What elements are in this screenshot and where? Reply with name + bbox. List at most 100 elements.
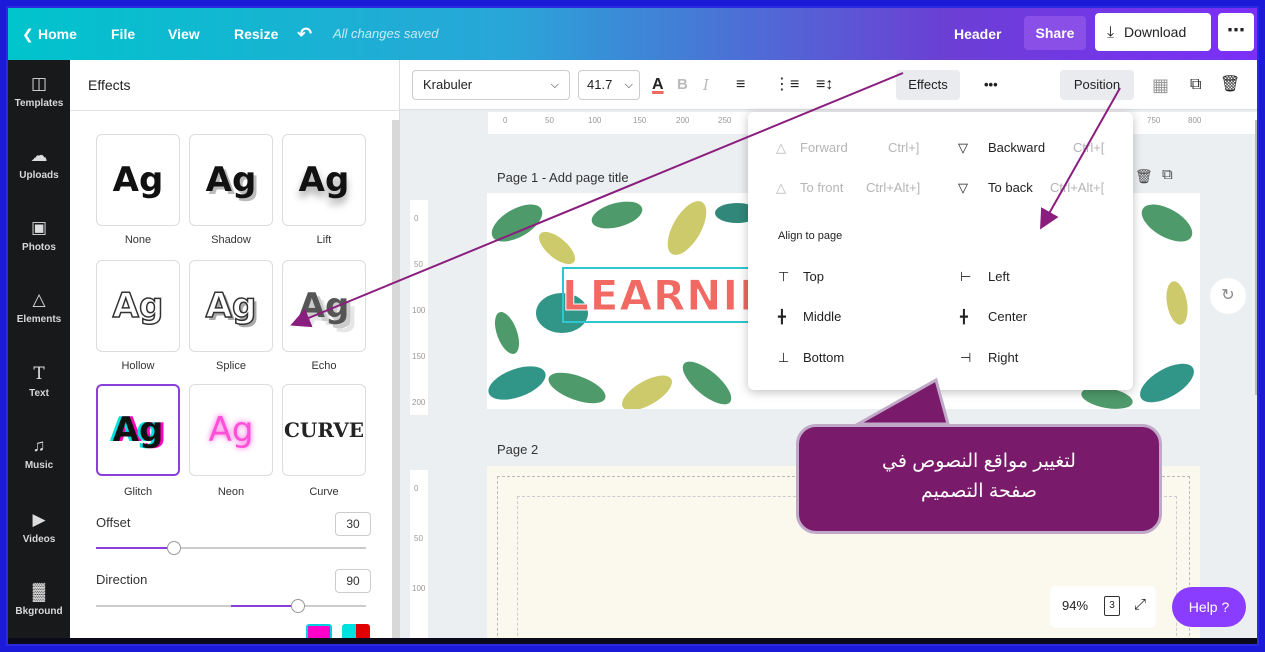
effect-sample: Ag <box>208 410 254 450</box>
list-icon[interactable]: ⋮≡ <box>774 60 799 110</box>
ruler-tick: 750 <box>1147 116 1161 125</box>
bold-button[interactable]: B <box>677 60 688 110</box>
effect-label: Neon <box>217 486 245 498</box>
position-button[interactable]: Position <box>1060 70 1134 100</box>
vertical-scrollbar[interactable] <box>1255 120 1257 395</box>
align-text-icon[interactable]: ≡ <box>736 60 745 110</box>
sidebar-item-label: Text <box>29 388 49 399</box>
direction-value-input[interactable]: 90 <box>335 569 371 593</box>
help-button[interactable]: Help ? <box>1172 587 1246 627</box>
ruler-tick: 50 <box>545 116 554 125</box>
font-size-select[interactable]: 41.7 ⌵ <box>578 70 640 100</box>
effect-neon-card[interactable]: Ag <box>189 384 273 476</box>
page-title[interactable]: Page 1 - Add page title <box>497 170 629 185</box>
save-status: All changes saved <box>333 26 439 41</box>
effect-label: Splice <box>216 360 246 372</box>
offset-slider-thumb[interactable] <box>167 541 181 555</box>
back-chevron-icon[interactable]: ❮ <box>22 8 34 60</box>
offset-slider-fill <box>96 547 174 549</box>
ruler-tick: 0 <box>503 116 508 125</box>
italic-button[interactable]: I <box>703 60 709 110</box>
to-front-shortcut: Ctrl+Alt+] <box>866 180 921 195</box>
effect-sample: Ag <box>112 160 164 200</box>
effect-sample: Ag <box>205 285 257 327</box>
zoom-level[interactable]: 94% <box>1062 598 1088 613</box>
more-options-button[interactable]: ⋯ <box>1218 13 1254 51</box>
photo-icon: ▣ <box>30 218 48 237</box>
duplicate-icon[interactable]: ⧉ <box>1190 60 1201 110</box>
forward-shortcut: Ctrl+] <box>888 140 920 155</box>
refresh-icon[interactable]: ↻ <box>1210 278 1246 314</box>
effect-hollow-card[interactable]: Ag <box>96 260 180 352</box>
vertical-ruler: 0 50 100 <box>410 470 428 640</box>
fullscreen-icon[interactable]: ⤢ <box>1134 596 1146 613</box>
align-right-option[interactable]: Right <box>988 350 1018 365</box>
direction-slider-thumb[interactable] <box>291 599 305 613</box>
sidebar-item-music[interactable]: ♫ Music <box>8 428 70 498</box>
align-top-icon: ⊤ <box>778 269 790 284</box>
chevron-down-icon: ⌵ <box>624 79 633 91</box>
align-left-option[interactable]: Left <box>988 269 1010 284</box>
sidebar-item-videos[interactable]: ▶ Videos <box>8 502 70 572</box>
effect-label: Echo <box>311 360 337 372</box>
effect-lift-card[interactable]: Ag <box>282 134 366 226</box>
sidebar-item-text[interactable]: T Text <box>8 356 70 426</box>
download-button[interactable]: ⤓ Download <box>1095 13 1211 51</box>
to-back-option[interactable]: To back <box>988 180 1033 195</box>
share-button[interactable]: Share <box>1024 16 1086 50</box>
ruler-tick: 100 <box>412 306 426 315</box>
panel-scrollbar[interactable] <box>392 120 400 640</box>
page-title[interactable]: Page 2 <box>497 442 538 457</box>
effects-button[interactable]: Effects <box>896 70 960 100</box>
sidebar-item-uploads[interactable]: ☁ Uploads <box>8 138 70 208</box>
direction-label: Direction <box>96 572 148 587</box>
text-color-button[interactable]: A <box>652 60 664 110</box>
spacing-icon[interactable]: ≡↕ <box>816 60 833 110</box>
align-bottom-option[interactable]: Bottom <box>803 350 844 365</box>
sidebar-item-templates[interactable]: ◫ Templates <box>8 66 70 136</box>
add-page-icon[interactable]: ⧉ <box>1162 166 1173 183</box>
format-toolbar: Krabuler ⌵ 41.7 ⌵ A B I ≡ ⋮≡ ≡↕ Effects … <box>400 60 1257 110</box>
sidebar-item-background[interactable]: ▓ Bkground <box>8 574 70 644</box>
to-front-option[interactable]: To front <box>800 180 843 195</box>
transparency-icon[interactable]: ▦ <box>1152 60 1169 110</box>
effect-echo-card[interactable]: Ag <box>282 260 366 352</box>
effect-glitch-card[interactable]: Ag <box>96 384 180 476</box>
direction-slider-fill <box>231 605 297 607</box>
align-middle-icon: ╋ <box>778 309 786 324</box>
forward-icon: △ <box>776 140 786 155</box>
offset-slider[interactable] <box>96 541 366 555</box>
home-button[interactable]: Home <box>38 8 77 60</box>
forward-option[interactable]: Forward <box>800 140 848 155</box>
effect-label: None <box>124 234 152 246</box>
sidebar-item-elements[interactable]: △ Elements <box>8 282 70 352</box>
to-front-icon: △ <box>776 180 786 195</box>
effect-shadow-card[interactable]: Ag <box>189 134 273 226</box>
more-toolbar-button[interactable]: ••• <box>984 60 998 110</box>
align-top-option[interactable]: Top <box>803 269 824 284</box>
trash-icon[interactable]: 🗑 <box>1220 60 1240 110</box>
view-menu[interactable]: View <box>168 8 200 60</box>
app-window: ❮ Home File View Resize ↶ All changes sa… <box>6 6 1259 646</box>
file-menu[interactable]: File <box>111 8 135 60</box>
effects-panel: Effects Ag None Ag Shadow Ag Lift Ag Hol… <box>70 60 400 644</box>
to-back-shortcut: Ctrl+Alt+[ <box>1050 180 1105 195</box>
effect-none-card[interactable]: Ag <box>96 134 180 226</box>
ruler-tick: 800 <box>1188 116 1202 125</box>
direction-slider[interactable] <box>96 599 366 613</box>
offset-value-input[interactable]: 30 <box>335 512 371 536</box>
align-middle-option[interactable]: Middle <box>803 309 841 324</box>
page-count-icon[interactable]: 3 <box>1104 596 1120 616</box>
ruler-tick: 150 <box>412 352 426 361</box>
effect-splice-card[interactable]: Ag <box>189 260 273 352</box>
align-center-option[interactable]: Center <box>988 309 1027 324</box>
resize-menu[interactable]: Resize <box>234 8 278 60</box>
delete-page-icon[interactable]: 🗑 <box>1135 168 1153 185</box>
backward-option[interactable]: Backward <box>988 140 1045 155</box>
video-icon: ▶ <box>32 510 46 529</box>
undo-icon[interactable]: ↶ <box>297 8 312 60</box>
effect-curve-card[interactable]: CURVE <box>282 384 366 476</box>
sidebar-item-photos[interactable]: ▣ Photos <box>8 210 70 280</box>
header-title[interactable]: Header <box>954 8 1001 60</box>
font-family-select[interactable]: Krabuler ⌵ <box>412 70 570 100</box>
